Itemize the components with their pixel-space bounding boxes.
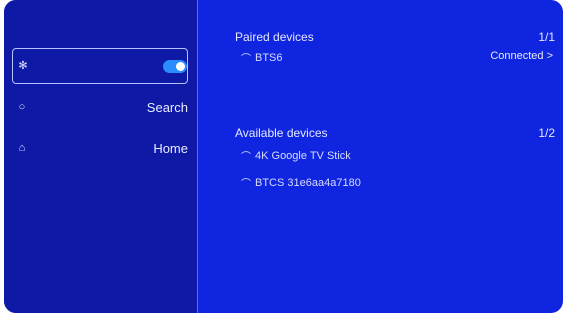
sidebar-item-label: Home	[153, 141, 188, 156]
sidebar-item-bluetooth[interactable]: ✻	[12, 48, 188, 84]
search-icon: ○	[18, 101, 26, 113]
device-icon: ⌒	[241, 179, 251, 190]
toggle-knob	[176, 62, 185, 71]
sidebar-item-search[interactable]: ○ Search	[12, 90, 188, 126]
paired-device-item[interactable]: ⌒ BTS6	[241, 50, 283, 66]
tv-settings-screen: ✻ ○ Search ⌂ Home Paired devices 1/1 ⌒ B…	[4, 0, 563, 313]
device-icon: ⌒	[241, 54, 251, 65]
device-name: 4K Google TV Stick	[255, 149, 351, 162]
sidebar-item-label: Search	[146, 100, 188, 115]
available-devices-title: Available devices	[235, 126, 328, 140]
bluetooth-icon: ✻	[18, 60, 28, 72]
paired-devices-count: 1/1	[538, 30, 555, 44]
home-icon: ⌂	[18, 142, 26, 154]
available-device-item[interactable]: ⌒ 4K Google TV Stick	[241, 148, 351, 164]
device-icon: ⌒	[241, 152, 251, 163]
paired-devices-title: Paired devices	[235, 30, 314, 44]
bluetooth-toggle[interactable]	[163, 60, 187, 73]
device-name: BTCS 31e6aa4a7180	[255, 176, 361, 189]
available-device-item[interactable]: ⌒ BTCS 31e6aa4a7180	[241, 175, 361, 191]
device-name: BTS6	[255, 51, 283, 64]
sidebar-item-home[interactable]: ⌂ Home	[12, 131, 188, 167]
available-devices-count: 1/2	[538, 126, 555, 140]
connection-status[interactable]: Connected >	[490, 50, 553, 62]
devices-panel: Paired devices 1/1 ⌒ BTS6 Connected > Av…	[198, 0, 563, 313]
sidebar: ✻ ○ Search ⌂ Home	[4, 0, 198, 313]
